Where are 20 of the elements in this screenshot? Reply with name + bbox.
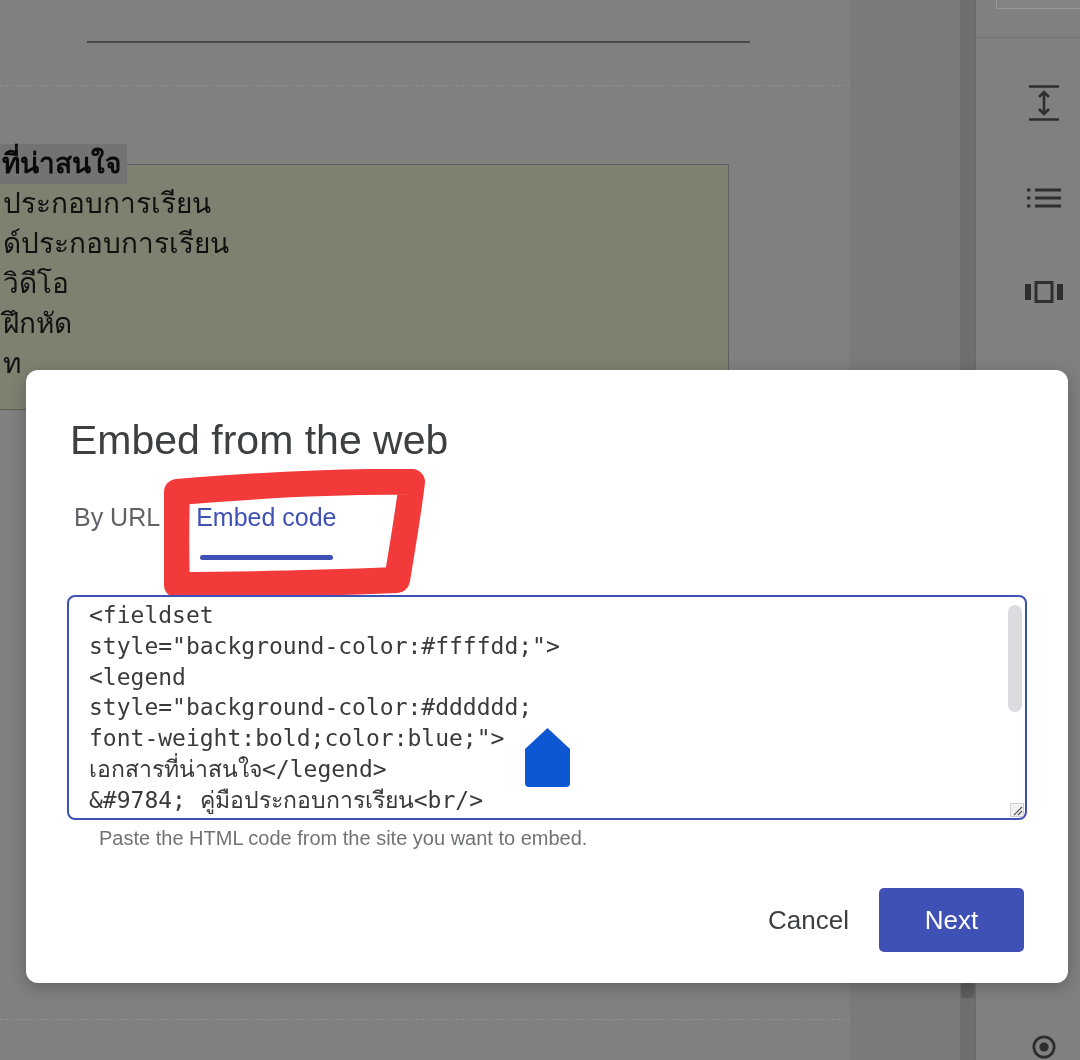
tab[interactable]: By URL (70, 500, 165, 560)
carousel-icon[interactable] (1024, 281, 1063, 303)
dialog-title: Embed from the web (70, 416, 450, 464)
document-line: ท (2, 347, 22, 381)
document-line: วิดีโอ (2, 267, 70, 301)
target-icon[interactable] (1031, 1035, 1056, 1059)
vertical-spacing-icon[interactable] (1028, 85, 1059, 121)
embed-code-field[interactable]: <fieldset style="background-color:#ffffdd;"> <legend style="background-color:#dddddd; font-weight:bold;color:blue;"> เอกสารที่น่าสนใจ</legend> &#9784; คู่มือประกอบการเรียน<br/> (67, 595, 1027, 820)
resize-handle-icon[interactable] (1010, 803, 1024, 817)
helper-text: Paste the HTML code from the site you want to embed. (99, 826, 589, 850)
document-line: ฝึกหัด (0, 299, 75, 347)
fieldset-legend: ที่น่าสนใจ (0, 144, 127, 184)
next-button[interactable]: Next (879, 888, 1024, 952)
list-icon[interactable] (1026, 188, 1061, 208)
document-line: ด์ประกอบการเรียน (2, 227, 230, 261)
cursor-handle-icon[interactable] (525, 728, 570, 787)
scrollbar-thumb[interactable] (961, 983, 974, 998)
scrollbar-thumb[interactable] (1008, 605, 1022, 712)
cancel-button[interactable]: Cancel (752, 888, 865, 952)
document-line: ประกอบการเรียน (2, 187, 212, 221)
